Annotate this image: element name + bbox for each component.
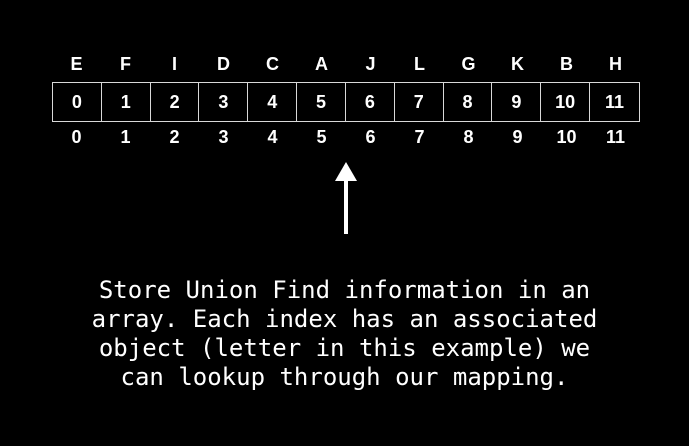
caption-line: Store Union Find information in an	[98, 276, 591, 304]
index-label-1: 1	[120, 127, 131, 147]
index-label-10: 10	[556, 127, 577, 147]
letter-label-7: L	[414, 54, 425, 74]
array-cell-4: 4	[248, 83, 298, 121]
caption-line: can lookup through our mapping.	[120, 363, 569, 391]
letter-label-8: G	[461, 54, 476, 74]
index-label-2: 2	[169, 127, 180, 147]
caption: Store Union Find information in an array.…	[20, 276, 669, 392]
indices-row: 0 1 2 3 4 5 6 7 8 9 10 11	[52, 126, 640, 148]
array-cell-1: 1	[102, 83, 151, 121]
letters-row: EFIDCAJLGKBH	[52, 53, 640, 75]
index-label-6: 6	[365, 127, 376, 147]
index-label-0: 0	[71, 127, 82, 147]
letter-label-3: D	[217, 54, 230, 74]
union-find-array: 0 1 2 3 4 5 6 7 8 9 10 11	[52, 82, 640, 122]
array-cell-5: 5	[297, 83, 346, 121]
letter-label-6: J	[365, 54, 376, 74]
letter-label-0: E	[70, 54, 83, 74]
letter-label-2: I	[171, 54, 177, 74]
up-arrow-icon	[335, 162, 357, 234]
letter-label-10: B	[560, 54, 573, 74]
letter-label-11: H	[609, 54, 622, 74]
array-cell-11: 11	[605, 91, 625, 112]
letter-label-9: K	[511, 54, 524, 74]
letter-label-5: A	[315, 54, 328, 74]
array-cell-2: 2	[151, 83, 200, 121]
letter-label-1: F	[120, 54, 131, 74]
array-cell-0: 0	[53, 83, 102, 121]
index-label-9: 9	[512, 127, 523, 147]
index-label-5: 5	[316, 127, 327, 147]
index-label-4: 4	[267, 127, 278, 147]
index-label-8: 8	[463, 127, 474, 147]
caption-line: array. Each index has an associated	[91, 305, 598, 333]
array-cell-3: 3	[199, 83, 249, 121]
array-cell-7: 7	[395, 83, 444, 121]
letter-label-4: C	[266, 54, 279, 74]
caption-line: object (letter in this example) we	[98, 334, 591, 362]
index-label-3: 3	[218, 127, 229, 147]
index-label-7: 7	[414, 127, 425, 147]
array-cell-9: 9	[492, 83, 542, 121]
array-cell-8: 8	[444, 83, 493, 121]
array-cell-10: 10	[541, 83, 591, 121]
index-label-11: 11	[605, 127, 626, 147]
array-cell-6: 6	[346, 83, 395, 121]
